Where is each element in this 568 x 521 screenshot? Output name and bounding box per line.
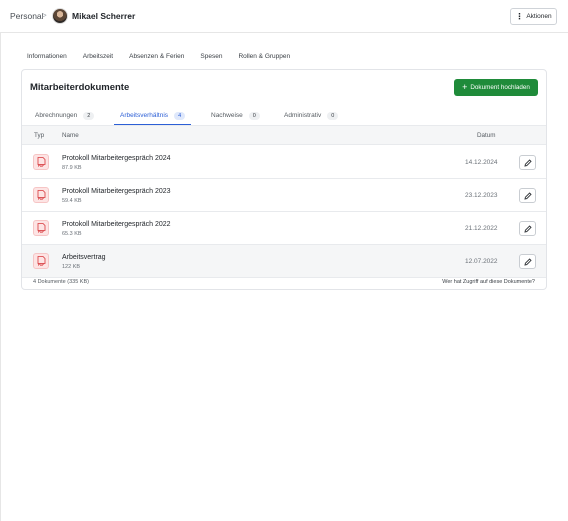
pdf-icon: PDF xyxy=(33,220,49,236)
pdf-icon: PDF xyxy=(33,253,49,269)
pdf-label: PDF xyxy=(37,230,45,234)
document-size: 122 KB xyxy=(62,264,81,270)
tab-rollen-gruppen[interactable]: Rollen & Gruppen xyxy=(231,50,299,64)
left-divider xyxy=(0,33,1,521)
pencil-icon xyxy=(523,158,532,167)
pencil-icon xyxy=(523,224,532,233)
access-info-link[interactable]: Wer hat Zugriff auf diese Dokumente? xyxy=(442,279,535,285)
edit-button[interactable] xyxy=(519,188,536,203)
more-vertical-icon: ⋮ xyxy=(515,11,524,21)
document-date: 12.07.2022 xyxy=(465,258,498,265)
actions-button[interactable]: ⋮ Aktionen xyxy=(510,8,557,25)
column-header-name[interactable]: Name xyxy=(62,132,79,139)
subtab-count-badge: 2 xyxy=(83,111,95,120)
document-date: 21.12.2022 xyxy=(465,225,498,232)
column-header-typ: Typ xyxy=(34,132,45,139)
subtab-count-badge: 4 xyxy=(174,111,186,120)
subtab-label: Nachweise xyxy=(211,112,243,119)
subtab-count-badge: 0 xyxy=(327,111,339,120)
document-size: 65.3 KB xyxy=(62,231,82,237)
pencil-icon xyxy=(523,191,532,200)
document-name[interactable]: Protokoll Mitarbeitergespräch 2024 xyxy=(62,155,171,162)
tab-spesen[interactable]: Spesen xyxy=(193,50,231,64)
table-row[interactable]: PDF Protokoll Mitarbeitergespräch 2022 6… xyxy=(22,212,546,245)
edit-button[interactable] xyxy=(519,221,536,236)
document-name[interactable]: Protokoll Mitarbeitergespräch 2022 xyxy=(62,221,171,228)
actions-label: Aktionen xyxy=(526,13,552,20)
tab-arbeitszeit[interactable]: Arbeitszeit xyxy=(76,50,122,64)
plus-icon: + xyxy=(462,81,468,92)
document-name[interactable]: Arbeitsvertrag xyxy=(62,254,106,261)
subtab-label: Arbeitsverhältnis xyxy=(120,112,169,119)
edit-button[interactable] xyxy=(519,254,536,269)
document-category-tabs: Abrechnungen 2 Arbeitsverhältnis 4 Nachw… xyxy=(22,107,546,125)
table-row[interactable]: PDF Protokoll Mitarbeitergespräch 2024 8… xyxy=(22,146,546,179)
upload-label: Dokument hochladen xyxy=(470,84,530,91)
pencil-icon xyxy=(523,257,532,266)
pdf-label: PDF xyxy=(37,263,45,267)
avatar xyxy=(52,8,68,24)
pdf-icon: PDF xyxy=(33,187,49,203)
tab-absenzen-ferien[interactable]: Absenzen & Ferien xyxy=(122,50,193,64)
tab-informationen[interactable]: Informationen xyxy=(20,50,76,64)
subtab-label: Abrechnungen xyxy=(35,112,78,119)
breadcrumb-root[interactable]: Personal xyxy=(10,11,44,21)
pdf-label: PDF xyxy=(37,164,45,168)
document-size: 87.9 KB xyxy=(62,165,82,171)
documents-card: Mitarbeiterdokumente + Dokument hochlade… xyxy=(21,69,547,290)
document-count: 4 Dokumente (335 KB) xyxy=(33,279,89,285)
table-row[interactable]: PDF Arbeitsvertrag 122 KB 12.07.2022 xyxy=(22,245,546,278)
document-date: 14.12.2024 xyxy=(465,159,498,166)
table-row[interactable]: PDF Protokoll Mitarbeitergespräch 2023 5… xyxy=(22,179,546,212)
chevron-down-icon[interactable]: ⌄ xyxy=(127,11,133,19)
pdf-icon: PDF xyxy=(33,154,49,170)
table-header: Typ Name Datum xyxy=(22,125,546,145)
document-date: 23.12.2023 xyxy=(465,192,498,199)
upload-document-button[interactable]: + Dokument hochladen xyxy=(454,79,538,96)
subtab-nachweise[interactable]: Nachweise 0 xyxy=(211,107,260,124)
document-size: 59.4 KB xyxy=(62,198,82,204)
breadcrumb-separator: > xyxy=(42,11,47,20)
edit-button[interactable] xyxy=(519,155,536,170)
main-tabs: Informationen Arbeitszeit Absenzen & Fer… xyxy=(20,50,299,64)
column-header-datum[interactable]: Datum xyxy=(477,132,496,139)
card-title: Mitarbeiterdokumente xyxy=(30,82,130,93)
subtab-count-badge: 0 xyxy=(248,111,260,120)
pdf-label: PDF xyxy=(37,197,45,201)
top-bar: Personal > Mikael Scherrer ⌄ ⋮ Aktionen xyxy=(0,0,568,33)
subtab-abrechnungen[interactable]: Abrechnungen 2 xyxy=(35,107,95,124)
subtab-arbeitsverhaeltnis[interactable]: Arbeitsverhältnis 4 xyxy=(113,107,192,125)
document-name[interactable]: Protokoll Mitarbeitergespräch 2023 xyxy=(62,188,171,195)
table-footer: 4 Dokumente (335 KB) Wer hat Zugriff auf… xyxy=(22,276,546,291)
subtab-administrativ[interactable]: Administrativ 0 xyxy=(284,107,339,124)
subtab-label: Administrativ xyxy=(284,112,322,119)
person-name[interactable]: Mikael Scherrer xyxy=(72,11,135,21)
